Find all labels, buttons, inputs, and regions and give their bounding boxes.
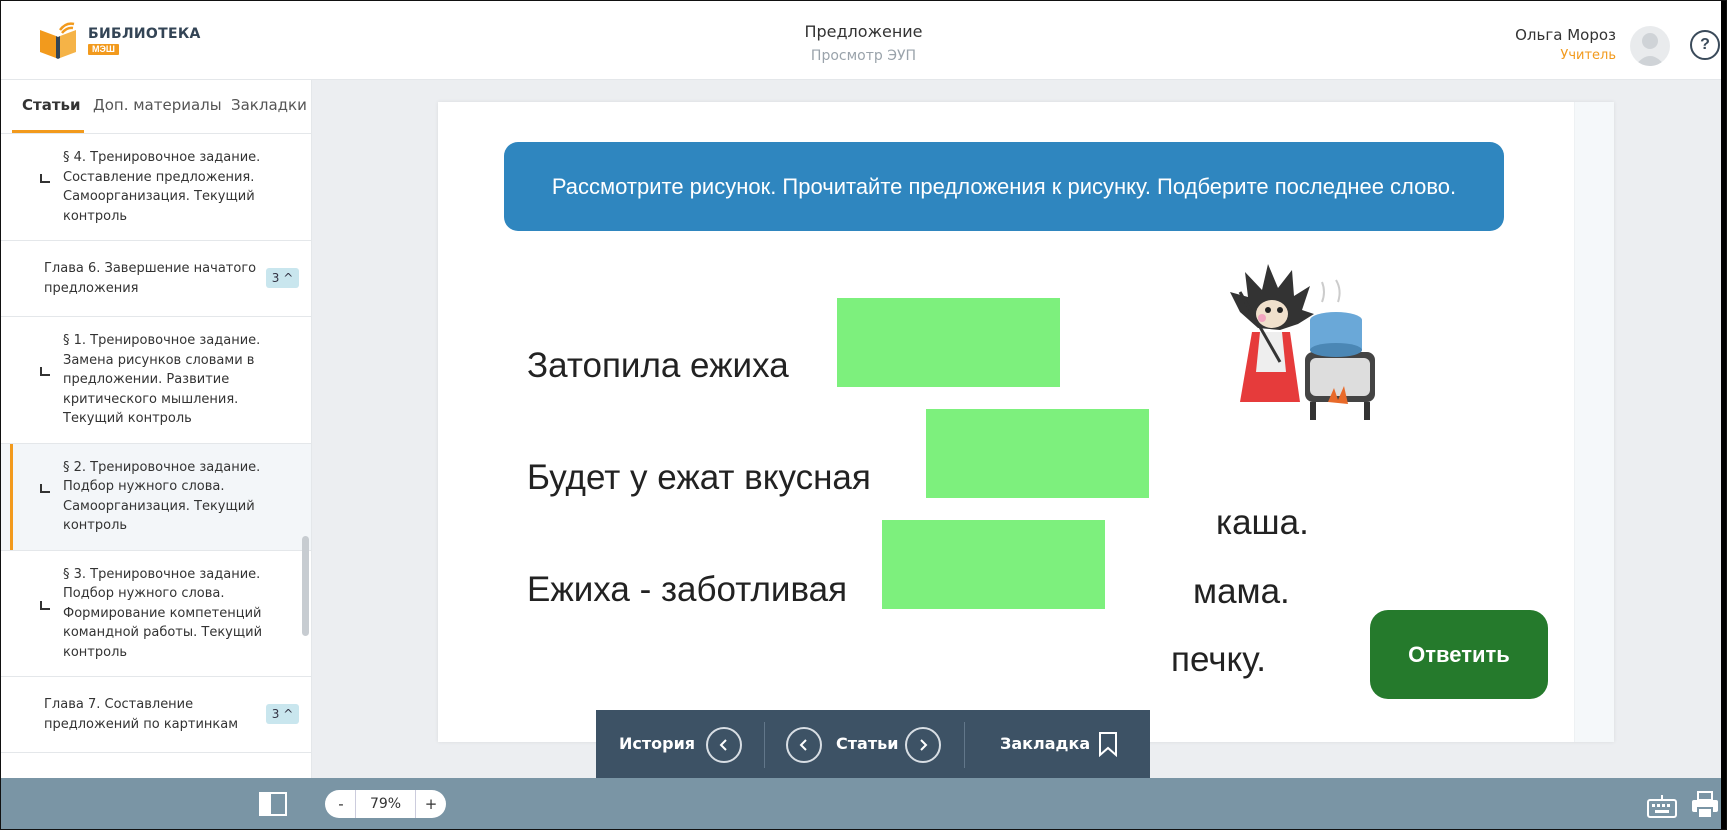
answer-button[interactable]: Ответить bbox=[1370, 610, 1548, 699]
sub-item-corner-icon bbox=[40, 600, 50, 610]
prev-article-button[interactable] bbox=[786, 727, 822, 763]
sentence-2: Будет у ежат вкусная bbox=[527, 458, 871, 497]
toc-item-label: § 3. Тренировочное задание. Подбор нужно… bbox=[63, 566, 263, 660]
header: БИБЛИОТЕКА МЭШ Предложение Просмотр ЭУП … bbox=[0, 0, 1727, 80]
user-name[interactable]: Ольга Мороз bbox=[1515, 26, 1616, 44]
toc-item-label: § 4. Тренировочное задание. Составление … bbox=[63, 150, 261, 224]
sub-item-corner-icon bbox=[40, 174, 50, 183]
toolbar-divider bbox=[764, 722, 765, 768]
task-instruction: Рассмотрите рисунок. Прочитайте предложе… bbox=[504, 142, 1504, 231]
keyboard-icon[interactable] bbox=[1647, 794, 1677, 818]
sub-item-corner-icon bbox=[40, 367, 50, 376]
layout-toggle-icon[interactable] bbox=[259, 792, 287, 816]
sentence-3: Ежиха - заботливая bbox=[527, 570, 848, 609]
toc-chapter-7[interactable]: Глава 7. Составление предложений по карт… bbox=[0, 677, 311, 753]
avatar[interactable] bbox=[1630, 26, 1670, 66]
zoom-level: 79% bbox=[355, 790, 416, 818]
drop-zone-1[interactable] bbox=[837, 298, 1060, 387]
sentence-1: Затопила ежиха bbox=[527, 346, 789, 385]
print-icon[interactable] bbox=[1690, 790, 1720, 820]
toc-item-section-4[interactable]: § 4. Тренировочное задание. Составление … bbox=[0, 134, 311, 241]
toc-chapter-6[interactable]: Глава 6. Завершение начатого предложения… bbox=[0, 241, 311, 317]
card-side-strip bbox=[1574, 102, 1614, 742]
history-label[interactable]: История bbox=[619, 734, 695, 753]
active-tab-indicator bbox=[12, 130, 84, 133]
navigation-toolbar: История Статьи Закладка bbox=[596, 710, 1150, 778]
chevron-right-icon bbox=[920, 739, 928, 751]
sidebar-tabs: Статьи Доп. материалы Закладки bbox=[0, 80, 311, 134]
articles-label: Статьи bbox=[836, 734, 899, 753]
tab-articles[interactable]: Статьи bbox=[22, 96, 81, 114]
hedgehog-illustration bbox=[1230, 264, 1375, 420]
toc-item-label: Глава 6. Завершение начатого предложения bbox=[44, 261, 257, 296]
tab-extra-materials[interactable]: Доп. материалы bbox=[93, 96, 222, 114]
next-article-button[interactable] bbox=[905, 727, 941, 763]
toc-item-label: Глава 7. Составление предложений по карт… bbox=[44, 697, 239, 732]
toc-item-section-2[interactable]: § 2. Тренировочное задание. Подбор нужно… bbox=[0, 443, 311, 551]
toc-item-section-1[interactable]: § 1. Тренировочное задание. Замена рисун… bbox=[0, 317, 311, 444]
bookmark-icon[interactable] bbox=[1098, 731, 1118, 757]
zoom-in-button[interactable]: + bbox=[417, 790, 445, 818]
sidebar-scrollbar[interactable] bbox=[302, 536, 309, 636]
window-edge bbox=[1721, 0, 1727, 830]
draggable-word-pechku[interactable]: печку. bbox=[1171, 640, 1266, 680]
history-back-button[interactable] bbox=[706, 727, 742, 763]
bottom-bar: - 79% + bbox=[0, 778, 1727, 830]
chapter-count-badge[interactable]: 3 ^ bbox=[266, 268, 299, 288]
page-subtitle: Просмотр ЭУП bbox=[810, 48, 917, 64]
toc-item-section-3[interactable]: § 3. Тренировочное задание. Подбор нужно… bbox=[0, 551, 311, 677]
drop-zone-3[interactable] bbox=[882, 520, 1105, 609]
zoom-out-button[interactable]: - bbox=[327, 790, 355, 818]
chevron-left-icon bbox=[799, 739, 807, 751]
help-icon[interactable]: ? bbox=[1690, 30, 1720, 60]
draggable-word-mama[interactable]: мама. bbox=[1193, 572, 1290, 612]
toc-item-label: § 1. Тренировочное задание. Замена рисун… bbox=[63, 333, 261, 426]
page-title: Предложение bbox=[804, 22, 923, 41]
avatar-icon bbox=[1635, 33, 1665, 66]
sidebar: Статьи Доп. материалы Закладки § 4. Трен… bbox=[0, 80, 312, 778]
draggable-word-kasha[interactable]: каша. bbox=[1216, 503, 1309, 543]
toc-item-label: § 2. Тренировочное задание. Подбор нужно… bbox=[63, 459, 261, 534]
drop-zone-2[interactable] bbox=[926, 409, 1149, 498]
sub-item-corner-icon bbox=[40, 483, 50, 493]
chevron-left-icon bbox=[719, 739, 727, 751]
chapter-count-badge[interactable]: 3 ^ bbox=[266, 704, 299, 724]
zoom-control: - 79% + bbox=[325, 790, 446, 818]
tab-bookmarks[interactable]: Закладки bbox=[231, 96, 307, 114]
user-role: Учитель bbox=[1560, 48, 1616, 63]
bookmark-label[interactable]: Закладка bbox=[1000, 734, 1090, 753]
toolbar-divider bbox=[964, 722, 965, 768]
